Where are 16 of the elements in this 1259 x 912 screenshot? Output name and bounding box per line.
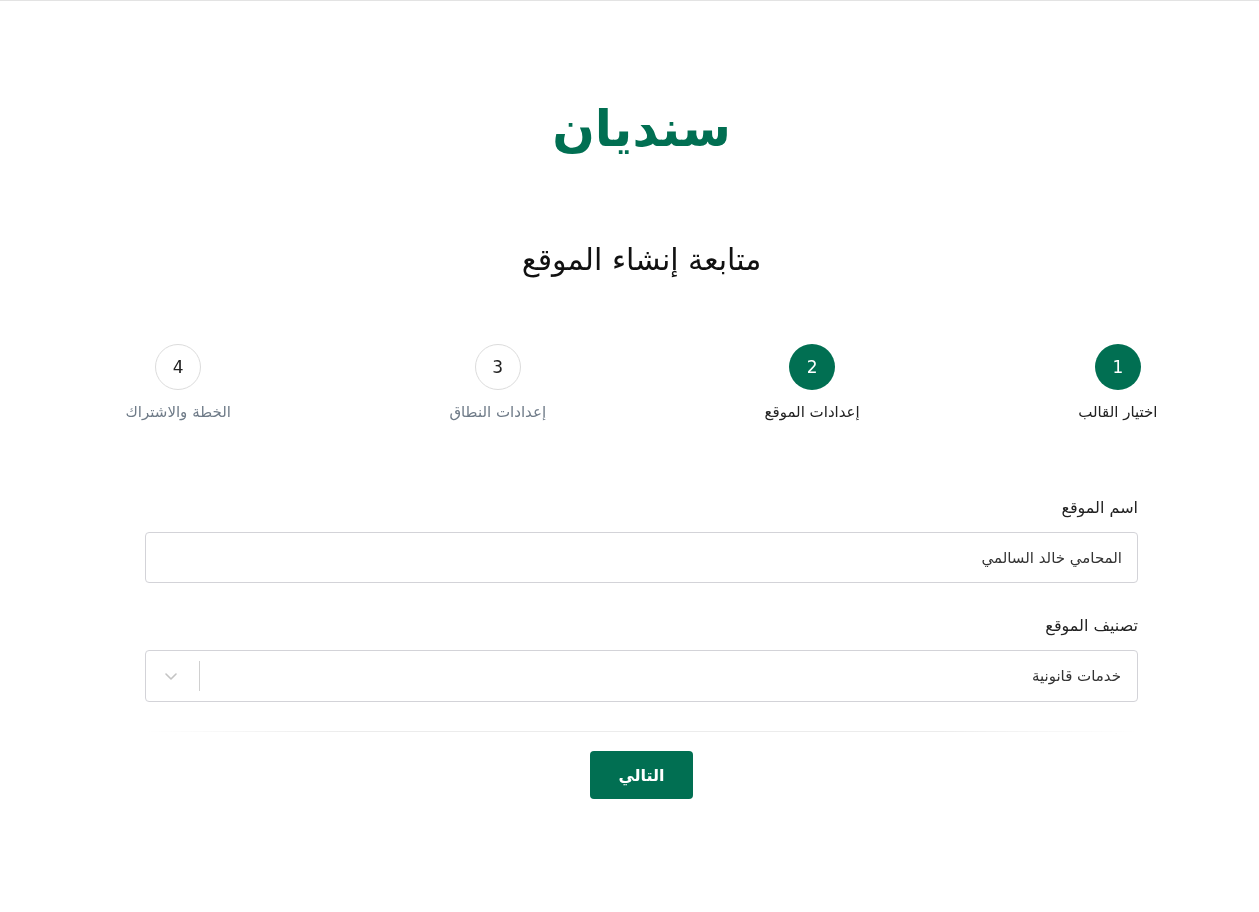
step-label: اختيار القالب <box>1078 402 1158 423</box>
field-label: اسم الموقع <box>1061 497 1138 520</box>
step-number: 4 <box>155 344 202 390</box>
next-button[interactable]: التالي <box>590 751 693 799</box>
step-label: إعدادات الموقع <box>764 402 860 423</box>
page-title: متابعة إنشاء الموقع <box>521 241 762 280</box>
step-label: الخطة والاشتراك <box>125 402 231 423</box>
chevron-down-icon <box>165 672 177 680</box>
site-name-input[interactable]: المحامي خالد السالمي <box>145 532 1138 583</box>
brand-logo: سنديان <box>552 99 731 160</box>
field-label: تصنيف الموقع <box>1045 615 1138 638</box>
step-number: 1 <box>1094 344 1141 390</box>
step-number: 2 <box>789 344 836 390</box>
step-number: 3 <box>474 344 521 390</box>
category-select[interactable]: خدمات قانونية <box>145 650 1138 702</box>
step-label: إعدادات النطاق <box>449 402 547 423</box>
